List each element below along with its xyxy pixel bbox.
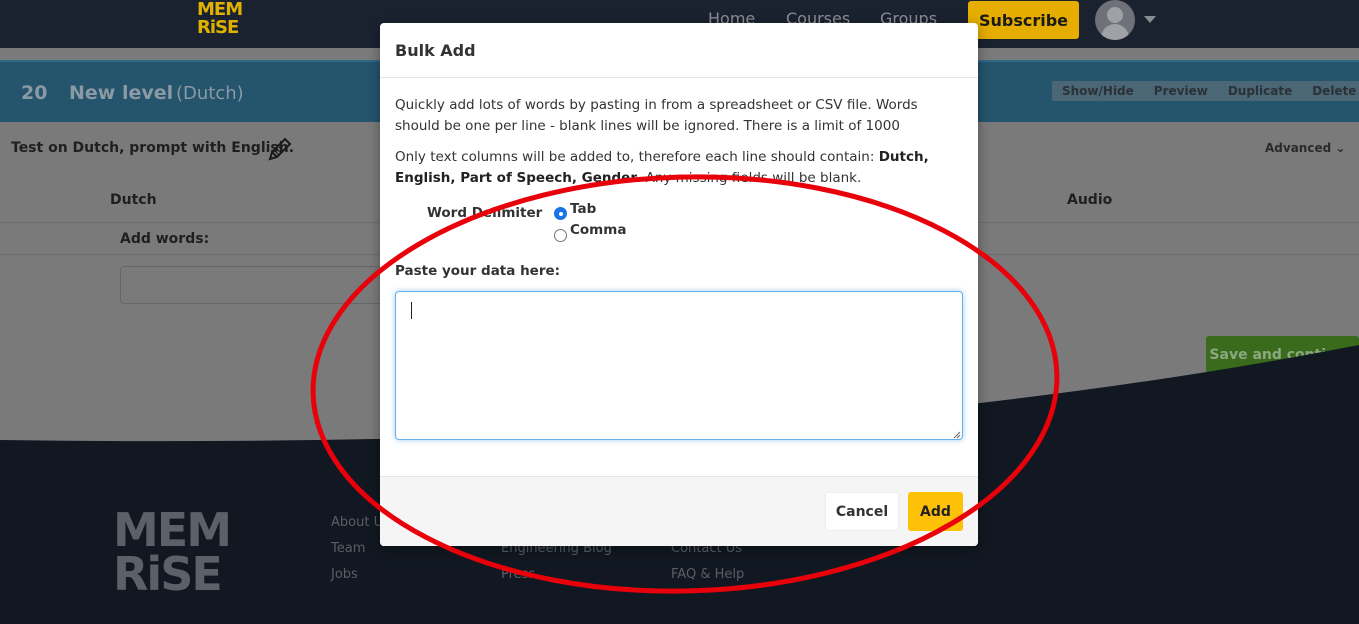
text-cursor [411,302,412,319]
modal-description: Quickly add lots of words by pasting in … [395,97,918,134]
modal-header: Bulk Add [380,23,978,78]
radio-tab-label[interactable]: Tab [570,201,596,217]
paste-data-label: Paste your data here: [395,263,561,279]
radio-tab[interactable] [554,207,567,220]
bulk-add-modal: Bulk Add Quickly add lots of words by pa… [380,23,978,546]
cancel-button[interactable]: Cancel [825,492,899,531]
modal-columns-note: Only text columns will be added to, ther… [395,149,929,186]
radio-comma-label[interactable]: Comma [570,222,626,238]
radio-comma[interactable] [554,229,567,242]
word-delimiter-label: Word Delimiter [427,205,543,221]
modal-footer: Cancel Add [380,476,978,546]
resize-grip-icon[interactable] [953,431,961,439]
add-button[interactable]: Add [908,492,963,531]
paste-data-textarea[interactable] [395,291,963,440]
modal-title: Bulk Add [395,41,476,60]
